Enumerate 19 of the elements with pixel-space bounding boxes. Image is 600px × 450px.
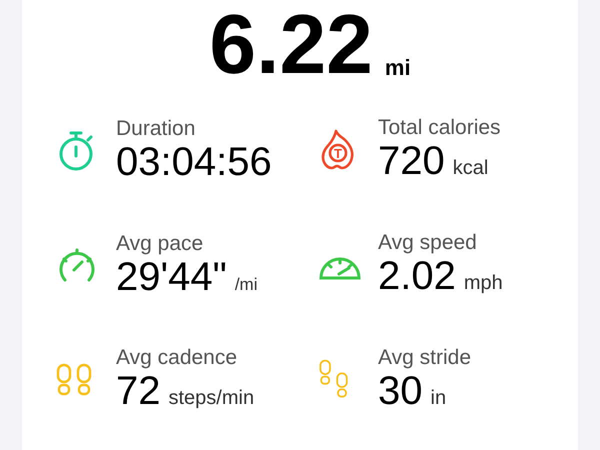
stat-label: Duration	[116, 116, 196, 140]
stat-value: 03:04:56	[116, 140, 272, 182]
distance-unit: mi	[384, 54, 411, 82]
stat-value: 2.02	[378, 255, 456, 297]
stat-value: 30	[378, 370, 422, 412]
stat-value: 720	[378, 140, 445, 182]
stat-label: Total calories	[378, 116, 501, 140]
stat-unit: kcal	[452, 156, 488, 181]
stat-unit: /mi	[234, 274, 258, 296]
stat-value: 72	[116, 370, 160, 412]
distance-value: 6.22	[209, 2, 373, 86]
stat-label: Avg pace	[116, 232, 204, 256]
stat-unit: steps/min	[168, 386, 254, 411]
stat-label: Avg cadence	[116, 346, 238, 370]
stat-value: 29'44"	[116, 256, 227, 298]
stat-label: Avg stride	[378, 346, 471, 370]
stat-label: Avg speed	[378, 231, 478, 255]
stat-unit: in	[430, 386, 446, 411]
stat-unit: mph	[464, 271, 503, 296]
